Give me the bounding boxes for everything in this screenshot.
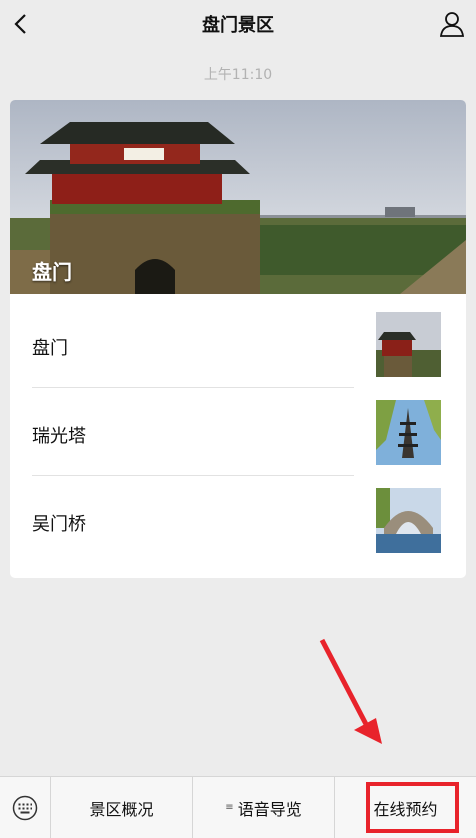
menu-tab-label: 语音导览	[237, 799, 302, 819]
hero-article[interactable]: 盘门	[10, 100, 466, 294]
menu-icon: ≡	[225, 802, 234, 813]
article-card: 盘门 盘门 瑞光塔 吴门桥	[10, 100, 466, 578]
list-item[interactable]: 吴门桥	[10, 476, 466, 564]
annotation-arrow	[319, 638, 382, 744]
thumbnail-image	[376, 488, 441, 553]
user-icon[interactable]	[438, 10, 466, 38]
list-item[interactable]: 盘门	[10, 300, 466, 388]
page-title: 盘门景区	[202, 15, 274, 36]
thumbnail-image	[376, 400, 441, 465]
list-item[interactable]: 瑞光塔	[10, 388, 466, 476]
menu-tab-audio-guide[interactable]: ≡ 语音导览	[193, 777, 335, 838]
menu-tab-label: 景区概况	[89, 799, 154, 819]
list-item-label: 瑞光塔	[32, 426, 86, 447]
annotation-highlight-box	[366, 782, 459, 833]
thumbnail-image	[376, 312, 441, 377]
keyboard-icon	[12, 795, 38, 820]
hero-title: 盘门	[32, 260, 72, 284]
list-item-label: 盘门	[32, 338, 68, 359]
hero-image	[10, 100, 466, 294]
menu-tab-overview[interactable]: 景区概况	[51, 777, 193, 838]
navigation-bar: 盘门景区	[0, 0, 476, 48]
list-item-label: 吴门桥	[32, 514, 86, 535]
message-timestamp: 上午11:10	[203, 67, 273, 83]
chevron-left-icon[interactable]	[8, 10, 36, 38]
keyboard-toggle-button[interactable]	[0, 777, 51, 838]
